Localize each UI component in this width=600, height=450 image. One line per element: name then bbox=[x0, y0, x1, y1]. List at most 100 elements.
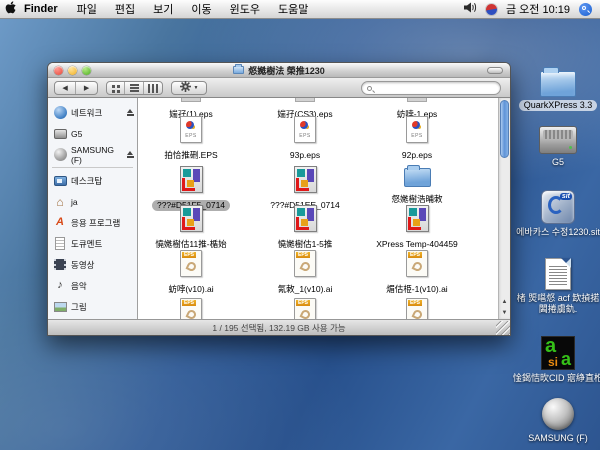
sidebar-label: 동영상 bbox=[71, 259, 94, 271]
illustrator-eps-icon: EPS bbox=[294, 250, 316, 277]
apple-menu[interactable] bbox=[0, 0, 22, 19]
sidebar-item-home[interactable]: ⌂ ja bbox=[48, 191, 137, 212]
desktop-wallpaper: Finder 파일 편집 보기 이동 윈도우 도움말 금 오전 10:19 惄嬔… bbox=[0, 0, 600, 450]
status-text: 1 / 195 선택됨, 132.19 GB 사용 가능 bbox=[212, 322, 345, 334]
file-list-area[interactable]: 媏孖(1).eps 媏孖(CS3).eps 蚄哱-1.eps EPS 拍恰推硎.… bbox=[138, 98, 510, 319]
file-item[interactable]: EPS 氝敇_1(v10).ai bbox=[253, 250, 357, 297]
file-item[interactable]: 憢嬔樹估1-5推 bbox=[253, 205, 357, 252]
file-item[interactable]: EPS 拍恰推硎.EPS bbox=[139, 116, 243, 163]
illustrator-eps-icon: EPS bbox=[406, 250, 428, 277]
sidebar-item-network[interactable]: 네트워크 bbox=[48, 102, 137, 123]
sidebar-label: 도큐멘트 bbox=[71, 238, 102, 250]
asia-font-icon: asia bbox=[541, 336, 575, 370]
icon-view-icon bbox=[112, 85, 115, 88]
menu-finder[interactable]: Finder bbox=[22, 0, 68, 19]
search-field[interactable] bbox=[361, 81, 501, 95]
desktop-icon-cid-font[interactable]: asia 惍鍻恄欥CID 寣䋫直栣 bbox=[516, 336, 600, 384]
file-item[interactable]: EPS bbox=[365, 298, 469, 319]
desktop-icon bbox=[53, 174, 67, 188]
column-view-icon bbox=[148, 84, 150, 93]
desktop-icon-samsung[interactable]: SAMSUNG (F) bbox=[516, 398, 600, 444]
spotlight-icon[interactable] bbox=[579, 3, 592, 16]
sidebar-label: 데스크탑 bbox=[71, 175, 102, 187]
file-item[interactable]: EPS 煝估栕-1(v10).ai bbox=[365, 250, 469, 297]
file-item[interactable]: EPS 93p.eps bbox=[253, 116, 357, 163]
file-item[interactable]: 惄嬔樹浩晡敇 bbox=[365, 162, 469, 207]
quark-document-icon bbox=[180, 205, 203, 232]
eps-file-icon: EPS bbox=[406, 116, 428, 143]
desktop-icon-label: 楮 煚嗈惄 acf 欫揁掿 閪捲虜釚. bbox=[514, 293, 600, 315]
zoom-button[interactable] bbox=[82, 66, 91, 75]
icon-view-button[interactable] bbox=[107, 82, 125, 94]
illustrator-eps-icon: EPS bbox=[180, 298, 202, 319]
desktop-icon-g5[interactable]: G5 bbox=[516, 126, 600, 168]
vertical-scrollbar[interactable]: ▲ ▼ bbox=[498, 98, 510, 319]
action-gear-button[interactable]: ▼ bbox=[171, 81, 207, 95]
column-view-button[interactable] bbox=[144, 82, 162, 94]
file-item[interactable]: EPS bbox=[139, 298, 243, 319]
network-globe-icon bbox=[53, 106, 67, 120]
desktop-icon-label: 에바카스 수정1230.sit bbox=[516, 227, 600, 238]
sidebar-item-music[interactable]: ♪ 음악 bbox=[48, 275, 137, 296]
home-icon: ⌂ bbox=[53, 195, 67, 209]
eps-file-icon: EPS bbox=[294, 116, 316, 143]
menu-bar-clock[interactable]: 금 오전 10:19 bbox=[506, 1, 570, 17]
toolbar-toggle-pill[interactable] bbox=[487, 67, 503, 74]
menu-edit[interactable]: 편집 bbox=[106, 0, 144, 19]
movies-icon bbox=[53, 258, 67, 272]
menu-go[interactable]: 이동 bbox=[182, 0, 220, 19]
scrollbar-thumb[interactable] bbox=[500, 100, 509, 158]
titlebar-folder-icon bbox=[233, 66, 244, 74]
desktop-icon-sit-archive[interactable]: sit 에바카스 수정1230.sit bbox=[516, 190, 600, 238]
desktop-icon-acf-document[interactable]: 楮 煚嗈惄 acf 欫揁掿 閪捲虜釚. bbox=[516, 258, 600, 315]
search-icon bbox=[367, 86, 372, 91]
window-title: 惄嬔樹法 榮推1230 bbox=[248, 64, 325, 77]
sidebar-item-desktop[interactable]: 데스크탑 bbox=[48, 170, 137, 191]
menu-file[interactable]: 파일 bbox=[68, 0, 106, 19]
sidebar-item-g5[interactable]: G5 bbox=[48, 123, 137, 144]
file-item[interactable]: EPS 蚄哱(v10).ai bbox=[139, 250, 243, 297]
sidebar-item-samsung[interactable]: SAMSUNG (F) bbox=[48, 144, 137, 165]
desktop-icon-quarkxpress[interactable]: QuarkXPress 3.3 bbox=[516, 66, 600, 111]
menu-view[interactable]: 보기 bbox=[144, 0, 182, 19]
applications-icon: A bbox=[53, 216, 67, 230]
eject-icon[interactable] bbox=[126, 109, 134, 116]
sidebar-item-documents[interactable]: 도큐멘트 bbox=[48, 233, 137, 254]
eject-icon[interactable] bbox=[127, 151, 134, 158]
menu-window[interactable]: 윈도우 bbox=[221, 0, 269, 19]
file-item[interactable]: EPS 92p.eps bbox=[365, 116, 469, 163]
file-label: 93p.eps bbox=[285, 150, 325, 161]
sidebar-item-movies[interactable]: 동영상 bbox=[48, 254, 137, 275]
file-label: 憢嬔樹估11推-楯始 bbox=[150, 239, 231, 250]
list-view-button[interactable] bbox=[125, 82, 143, 94]
scroll-up-arrow[interactable]: ▲ bbox=[502, 297, 508, 308]
file-item[interactable]: 憢嬔樹估11推-楯始 bbox=[139, 205, 243, 252]
quark-document-icon bbox=[406, 205, 429, 232]
resize-grip[interactable] bbox=[496, 321, 510, 335]
file-item[interactable]: XPress Temp-404459 bbox=[365, 205, 469, 252]
volume-icon[interactable] bbox=[464, 2, 477, 16]
file-label: 惄嬔樹浩晡敇 bbox=[386, 194, 447, 205]
sidebar-item-applications[interactable]: A 응용 프로그램 bbox=[48, 212, 137, 233]
back-button[interactable]: ◀ bbox=[55, 82, 76, 94]
window-titlebar[interactable]: 惄嬔樹法 榮推1230 bbox=[48, 63, 510, 78]
input-source-korean-flag-icon[interactable] bbox=[486, 4, 497, 15]
file-item[interactable]: EPS bbox=[253, 298, 357, 319]
desktop-icon-label: SAMSUNG (F) bbox=[528, 433, 588, 444]
close-button[interactable] bbox=[54, 66, 63, 75]
sidebar-label: SAMSUNG (F) bbox=[71, 145, 123, 165]
search-input[interactable] bbox=[372, 83, 482, 93]
music-icon: ♪ bbox=[53, 279, 67, 293]
forward-button[interactable]: ▶ bbox=[76, 82, 97, 94]
minimize-button[interactable] bbox=[68, 66, 77, 75]
finder-window: 惄嬔樹法 榮推1230 ◀ ▶ ▼ bbox=[47, 62, 511, 336]
desktop-icon-label: 惍鍻恄欥CID 寣䋫直栣 bbox=[513, 373, 600, 384]
sidebar-item-pictures[interactable]: 그림 bbox=[48, 296, 137, 317]
sidebar-label: 음악 bbox=[71, 280, 87, 292]
menu-bar: Finder 파일 편집 보기 이동 윈도우 도움말 금 오전 10:19 bbox=[0, 0, 600, 19]
menu-help[interactable]: 도움말 bbox=[269, 0, 317, 19]
illustrator-eps-icon: EPS bbox=[180, 250, 202, 277]
scroll-down-arrow[interactable]: ▼ bbox=[502, 308, 508, 319]
file-label: 蚄哱(v10).ai bbox=[163, 284, 218, 295]
sidebar-label: G5 bbox=[71, 129, 82, 139]
